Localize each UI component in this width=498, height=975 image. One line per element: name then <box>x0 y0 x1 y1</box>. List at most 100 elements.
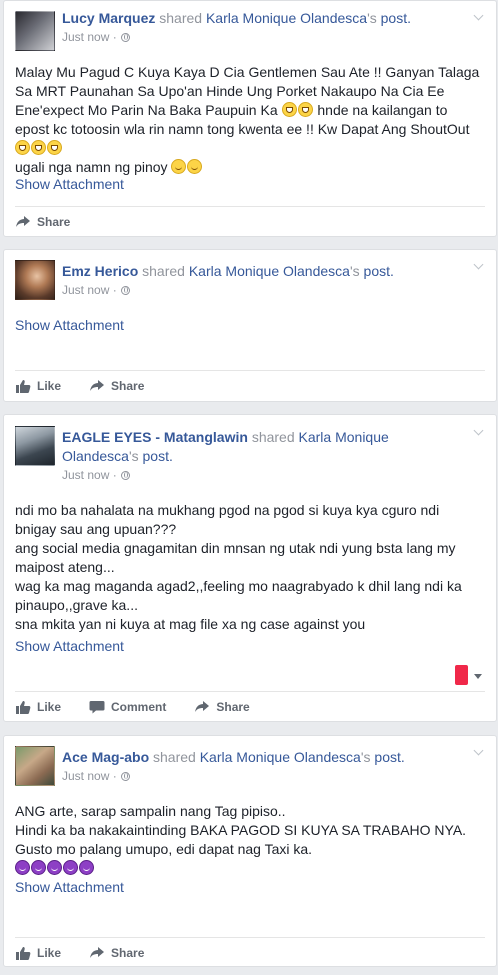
shared-word: shared <box>251 429 295 445</box>
post-link[interactable]: post. <box>381 10 411 26</box>
actor-name-link[interactable]: Emz Herico <box>62 263 138 279</box>
post-body: Malay Mu Pagud C Kuya Kaya D Cia Gentlem… <box>4 63 496 177</box>
like-button[interactable]: Like <box>15 700 61 714</box>
grin-emoji-icon <box>281 102 297 117</box>
grin-emoji-icon <box>15 140 30 155</box>
source-name-link[interactable]: Karla Monique <box>299 429 389 445</box>
grin-emoji-icon <box>47 140 62 155</box>
post-text-line: maipost ateng... <box>15 559 115 575</box>
share-button[interactable]: Share <box>89 379 144 393</box>
story-actions: Like Comment Share <box>15 691 485 721</box>
share-button[interactable]: Share <box>194 699 250 714</box>
share-label: Share <box>111 378 145 393</box>
comment-bubble-icon <box>89 700 105 713</box>
post-body: ANG arte, sarap sampalin nang Tag pipiso… <box>4 802 496 878</box>
feed-story: Ace Mag-abo shared Karla Monique Olandes… <box>3 735 497 967</box>
globe-icon <box>120 285 130 295</box>
show-attachment-link[interactable]: Show Attachment <box>4 175 496 194</box>
share-label: Share <box>111 945 145 960</box>
timestamp-link[interactable]: Just now <box>62 466 109 484</box>
globe-icon <box>120 771 130 781</box>
devil-emoji-icon <box>31 860 46 875</box>
emoji-line <box>15 139 485 158</box>
story-headline: Lucy Marquez shared Karla Monique Olande… <box>62 9 456 28</box>
post-link[interactable]: post. <box>374 749 404 765</box>
actor-name-link[interactable]: Lucy Marquez <box>62 10 155 26</box>
caret-down-icon[interactable] <box>474 674 482 679</box>
shared-word: shared <box>153 749 196 765</box>
post-text-line: Hindi ka ba nakakaintinding BAKA PAGOD S… <box>15 822 467 838</box>
post-text-line: Ene'expect Mo Parin Na Baka Paupuin Ka h… <box>15 101 485 120</box>
feed-story: EAGLE EYES - Matanglawin shared Karla Mo… <box>3 414 497 722</box>
post-text-line: Sa MRT Paunahan Sa Upo'an Hinde Ung Pork… <box>15 83 445 99</box>
post-text-segment: ugali nga namn ng pinoy <box>15 159 168 175</box>
post-text-line: ang social media gnagamitan din mnsan ng… <box>15 540 456 556</box>
meta-separator: · <box>109 30 117 44</box>
share-label: Share <box>37 214 71 229</box>
grin-emoji-icon <box>297 102 313 117</box>
actor-name-link[interactable]: Ace Mag-abo <box>62 749 149 765</box>
like-button[interactable]: Like <box>15 946 61 960</box>
source-name-link[interactable]: Karla Monique Olandesca <box>200 749 361 765</box>
post-text-segment: Ene'expect Mo Parin Na Baka Paupuin Ka <box>15 102 278 118</box>
meta-separator: · <box>109 769 117 783</box>
share-arrow-icon <box>90 946 105 958</box>
timestamp-link[interactable]: Just now <box>62 28 109 46</box>
post-text-line: Gusto mo palang umupo, edi dapat nag Tax… <box>15 841 313 857</box>
story-headline: Emz Herico shared Karla Monique Olandesc… <box>62 262 456 281</box>
like-label: Like <box>37 699 62 714</box>
share-label: Share <box>216 699 250 714</box>
share-button[interactable]: Share <box>89 946 144 960</box>
post-link[interactable]: post. <box>364 263 394 279</box>
comment-button[interactable]: Comment <box>89 700 166 714</box>
post-text-line: ndi mo ba nahalata na mukhang pgod na pg… <box>15 502 440 518</box>
feed-story: Emz Herico shared Karla Monique Olandesc… <box>3 249 497 402</box>
devil-emoji-icon <box>79 860 94 875</box>
grin-emoji-icon <box>31 140 46 155</box>
thumbs-up-icon <box>16 700 31 714</box>
share-button[interactable]: Share <box>15 215 70 229</box>
post-text-line: bnigay sau ang upuan??? <box>15 521 177 537</box>
possessive: 's <box>128 448 139 464</box>
actor-name-link[interactable]: EAGLE EYES - Matanglawin <box>62 429 248 445</box>
possessive: 's <box>367 10 377 26</box>
story-meta: Just now · <box>62 466 456 484</box>
show-attachment-link[interactable]: Show Attachment <box>4 637 496 656</box>
emoji-line <box>15 859 485 878</box>
globe-icon <box>120 470 130 480</box>
smile-emoji-icon <box>171 159 187 174</box>
post-text-line: wag ka mag maganda agad2,,feeling mo naa… <box>15 578 462 594</box>
timestamp-link[interactable]: Just now <box>62 281 109 299</box>
post-text-segment: hnde na kailangan to <box>317 102 448 118</box>
like-label: Like <box>37 945 62 960</box>
source-name-link-cont[interactable]: Olandesca <box>62 448 129 464</box>
like-button[interactable]: Like <box>15 379 61 393</box>
share-arrow-icon <box>195 700 210 712</box>
smile-emoji-icon <box>187 159 203 174</box>
story-headline: Ace Mag-abo shared Karla Monique Olandes… <box>62 748 456 767</box>
comment-label: Comment <box>111 699 167 714</box>
timestamp-link[interactable]: Just now <box>62 767 109 785</box>
show-attachment-link[interactable]: Show Attachment <box>4 878 496 897</box>
devil-emoji-icon <box>63 860 78 875</box>
shared-word: shared <box>159 10 203 26</box>
shared-word: shared <box>142 263 185 279</box>
post-text-line: epost kc totoosin wla rin namn tong kwen… <box>15 121 470 137</box>
source-name-link[interactable]: Karla Monique Olandesca <box>189 263 350 279</box>
feed-story: Lucy Marquez shared Karla Monique Olande… <box>3 0 497 237</box>
post-link[interactable]: post. <box>143 448 173 464</box>
meta-separator: · <box>109 468 117 482</box>
post-text-line: ANG arte, sarap sampalin nang Tag pipiso… <box>15 803 286 819</box>
possessive: 's <box>349 263 360 279</box>
show-attachment-link[interactable]: Show Attachment <box>4 316 496 335</box>
post-text-line: pinaupo,,grave ka... <box>15 597 138 613</box>
post-text-line: Malay Mu Pagud C Kuya Kaya D Cia Gentlem… <box>15 64 480 80</box>
devil-emoji-icon <box>15 860 30 875</box>
story-actions: Share <box>15 206 485 236</box>
devil-emoji-icon <box>47 860 62 875</box>
story-actions: Like Share <box>15 370 485 400</box>
reaction-flag-icon[interactable] <box>455 665 468 685</box>
post-text-line: sna mkita yan ni kuya at mag file xa ng … <box>15 616 366 632</box>
post-body: ndi mo ba nahalata na mukhang pgod na pg… <box>4 501 496 634</box>
source-name-link[interactable]: Karla Monique Olandesca <box>206 10 367 26</box>
